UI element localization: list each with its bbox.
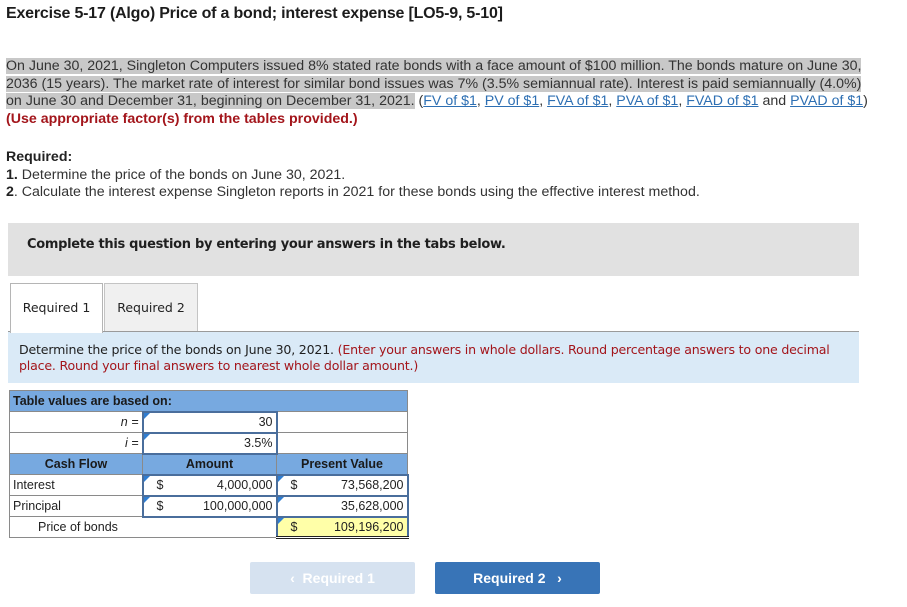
col-amount: Amount [142,453,277,475]
link-pv-of-1[interactable]: PV of $1 [485,93,539,109]
link-fvad-of-1[interactable]: FVAD of $1 [686,93,758,109]
link-fva-of-1[interactable]: FVA of $1 [547,93,608,109]
tab-required-2[interactable]: Required 2 [104,283,198,331]
row-label: Interest [9,474,143,496]
i-input[interactable]: 3.5% [141,431,278,455]
col-present-value: Present Value [276,453,408,475]
row-label: Principal [9,495,143,517]
tab-instructions: Determine the price of the bonds on June… [8,332,859,383]
table-row: Principal $100,000,000 35,628,000 [9,494,409,518]
instruction-banner: Complete this question by entering your … [8,223,859,276]
total-row: Price of bonds $109,196,200 [9,515,409,539]
chevron-left-icon: ‹ [290,570,295,586]
required-section: Required: 1. Determine the price of the … [6,149,700,202]
chevron-right-icon: › [557,570,562,586]
price-of-bonds-label: Price of bonds [9,516,277,538]
problem-statement: On June 30, 2021, Singleton Computers is… [6,58,868,127]
factor-instruction: (Use appropriate factor(s) from the tabl… [6,110,358,127]
n-label: n = [9,411,143,433]
link-pvad-of-1[interactable]: PVAD of $1 [790,93,863,109]
bond-price-table: Table values are based on: n = 30 i = 3.… [9,390,409,539]
table-row: Interest $4,000,000 $73,568,200 [9,473,409,497]
required-item-1: 1. Determine the price of the bonds on J… [6,166,346,183]
col-cash-flow: Cash Flow [9,453,143,475]
table-header-row: Table values are based on: [9,390,408,412]
interest-amount-input[interactable]: $4,000,000 [141,473,278,497]
n-input[interactable]: 30 [141,410,278,434]
empty-cell [276,432,408,454]
required-heading: Required: [6,149,73,165]
next-required-2-button[interactable]: Required 2 › [435,562,600,594]
principal-pv-input[interactable]: 35,628,000 [275,494,409,518]
price-of-bonds-input[interactable]: $109,196,200 [275,515,409,539]
tab-required-1[interactable]: Required 1 [10,283,103,333]
i-label: i = [9,432,143,454]
link-fv-of-1[interactable]: FV of $1 [423,93,477,109]
principal-amount-input[interactable]: $100,000,000 [141,494,278,518]
link-pva-of-1[interactable]: PVA of $1 [616,93,678,109]
i-row: i = 3.5% [9,431,408,455]
empty-cell [276,411,408,433]
table-values-header: Table values are based on: [9,390,408,412]
required-item-2: 2. Calculate the interest expense Single… [6,184,700,200]
prev-required-1-button[interactable]: ‹ Required 1 [250,562,415,594]
interest-pv-input[interactable]: $73,568,200 [275,473,409,497]
column-header-row: Cash Flow Amount Present Value [9,453,408,475]
n-row: n = 30 [9,410,408,434]
exercise-title: Exercise 5-17 (Algo) Price of a bond; in… [6,5,503,22]
